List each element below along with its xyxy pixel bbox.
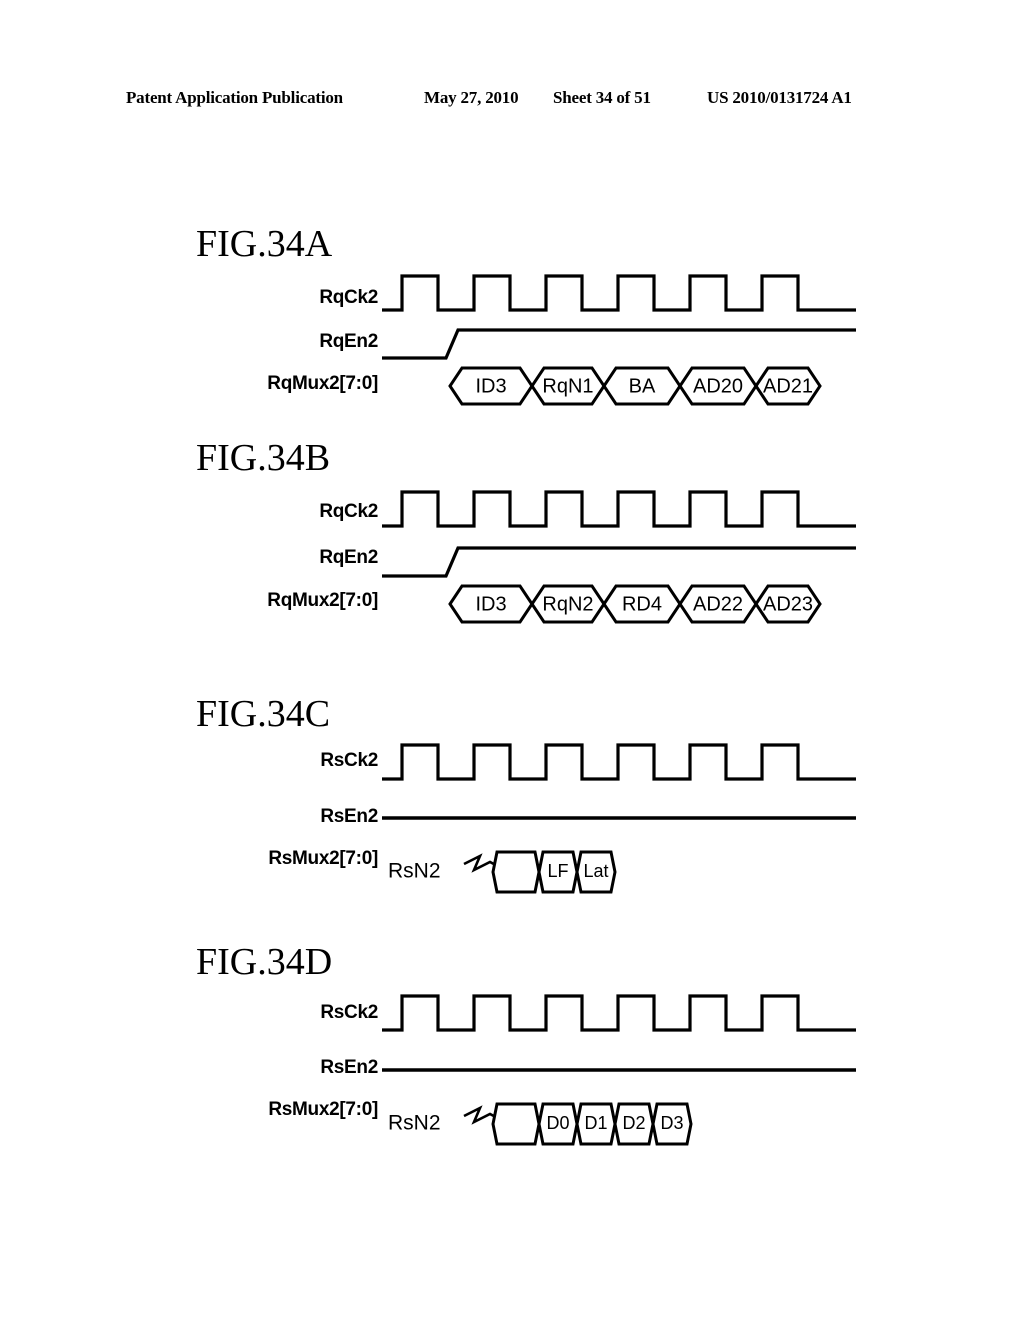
waveform-34b: ID3 RqN2 RD4 AD22 AD23 bbox=[380, 472, 880, 637]
figure-34d-title: FIG.34D bbox=[196, 941, 333, 983]
clock-trace-34c bbox=[382, 743, 856, 781]
bus-cell-label: BA bbox=[629, 375, 656, 397]
signal-label-rqmux2-b: RqMux2[7:0] bbox=[267, 590, 378, 611]
waveform-34a: ID3 RqN1 BA AD20 AD21 bbox=[380, 258, 880, 418]
signal-label-rqmux2-a: RqMux2[7:0] bbox=[267, 373, 378, 394]
signal-label-rqck2-a: RqCk2 bbox=[319, 287, 378, 308]
bus-trace-34c: LF Lat bbox=[491, 850, 617, 894]
header-publication: Patent Application Publication bbox=[126, 88, 343, 107]
page-header: Patent Application Publication May 27, 2… bbox=[0, 88, 1024, 112]
signal-label-rsck2-c: RsCk2 bbox=[320, 750, 378, 771]
figure-34b-title: FIG.34B bbox=[196, 437, 331, 479]
signal-label-rsmux2-c: RsMux2[7:0] bbox=[268, 848, 378, 869]
bus-cell-label: D1 bbox=[584, 1113, 607, 1133]
bus-cell-label: Lat bbox=[583, 861, 608, 881]
figure-34c-title: FIG.34C bbox=[196, 693, 331, 735]
enable-trace-34b bbox=[382, 546, 856, 578]
waveform-34d: RsN2 D0 D1 D2 D3 bbox=[380, 972, 880, 1152]
signal-label-rqen2-b: RqEn2 bbox=[319, 547, 378, 568]
annotation-label-rsn2-c: RsN2 bbox=[388, 860, 441, 883]
bus-cell-label: LF bbox=[547, 861, 568, 881]
bus-cell-label: RqN1 bbox=[542, 375, 593, 397]
bus-cell-label: RqN2 bbox=[542, 593, 593, 615]
bus-cell-label: ID3 bbox=[475, 375, 506, 397]
header-date: May 27, 2010 bbox=[424, 88, 519, 107]
clock-trace-34b bbox=[382, 490, 856, 528]
annotation-label-rsn2-d: RsN2 bbox=[388, 1112, 441, 1135]
bus-cell-label: AD20 bbox=[693, 375, 743, 397]
signal-label-rqen2-a: RqEn2 bbox=[319, 331, 378, 352]
bus-cell-label: ID3 bbox=[475, 593, 506, 615]
signal-label-rsck2-d: RsCk2 bbox=[320, 1002, 378, 1023]
bus-cell-label: D2 bbox=[622, 1113, 645, 1133]
bus-trace-34a: ID3 RqN1 BA AD20 AD21 bbox=[448, 366, 822, 406]
bus-cell-label: AD21 bbox=[763, 375, 813, 397]
signal-label-rsen2-d: RsEn2 bbox=[320, 1057, 378, 1078]
signal-label-rqck2-b: RqCk2 bbox=[319, 501, 378, 522]
enable-trace-34a bbox=[382, 328, 856, 360]
bus-cell-label: D3 bbox=[660, 1113, 683, 1133]
figure-34a-title: FIG.34A bbox=[196, 223, 333, 265]
waveform-34c: RsN2 LF Lat bbox=[380, 724, 880, 899]
header-patent-number: US 2010/0131724 A1 bbox=[707, 88, 852, 107]
bus-trace-34d: D0 D1 D2 D3 bbox=[491, 1102, 693, 1146]
header-sheet: Sheet 34 of 51 bbox=[553, 88, 651, 107]
bus-cell-label: AD22 bbox=[693, 593, 743, 615]
signal-label-rsen2-c: RsEn2 bbox=[320, 806, 378, 827]
bus-cell-label: RD4 bbox=[622, 593, 662, 615]
bus-trace-34b: ID3 RqN2 RD4 AD22 AD23 bbox=[448, 584, 822, 624]
bus-cell-label: AD23 bbox=[763, 593, 813, 615]
clock-trace-34a bbox=[382, 274, 856, 312]
clock-trace-34d bbox=[382, 994, 856, 1032]
bus-cell-label: D0 bbox=[546, 1113, 569, 1133]
signal-label-rsmux2-d: RsMux2[7:0] bbox=[268, 1099, 378, 1120]
